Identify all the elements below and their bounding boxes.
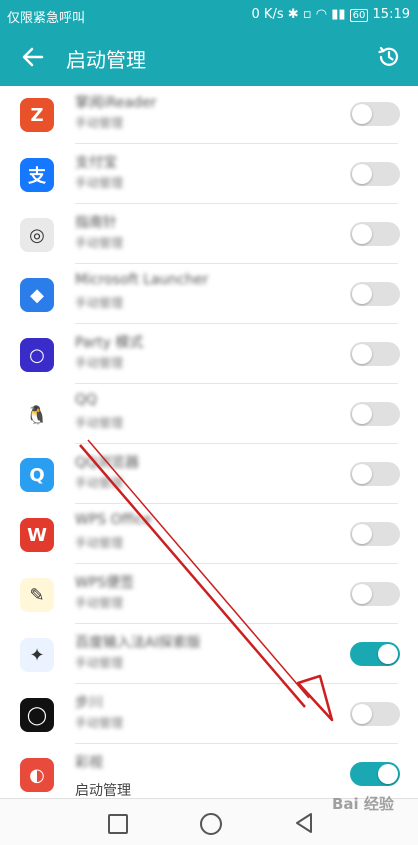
auto-launch-toggle[interactable] (350, 582, 400, 606)
auto-launch-toggle[interactable] (350, 402, 400, 426)
toggle-knob (352, 404, 372, 424)
app-row: ✎ WPS便签手动管理 (0, 564, 418, 624)
auto-launch-toggle[interactable] (350, 762, 400, 786)
app-row: ✦ 百度输入法AI探索版 手动管理 (0, 624, 418, 684)
status-right: 0 K/s ✱ ▫ ◠ ▮▮ 60 15:19 (252, 7, 410, 22)
app-row: Z 掌阅iReader 手动管理 (0, 86, 418, 144)
app-list: Z 掌阅iReader 手动管理支支付宝 手动管理 ◎ 指南针 手动管理 ◆ Microsoft… (0, 86, 418, 798)
app-name: 百度输入法AI探索版 (75, 635, 201, 651)
status-bar: 仅限紧急呼叫 0 K/s ✱ ▫ ◠ ▮▮ 60 15:19 (0, 0, 418, 30)
toggle-knob (352, 224, 372, 244)
app-name: WPS Office (75, 512, 152, 528)
app-name: Microsoft Launcher (75, 272, 209, 288)
app-status: 启动管理 (75, 783, 131, 798)
app-name: WPS便签 (75, 575, 135, 591)
toggle-knob (352, 584, 372, 604)
toggle-knob (352, 704, 372, 724)
app-row: W WPS Office 手动管理 (0, 504, 418, 564)
history-icon[interactable] (376, 44, 402, 70)
toggle-knob (378, 644, 398, 664)
back-button[interactable] (294, 812, 314, 834)
app-icon: ◯ (20, 698, 54, 732)
back-arrow-icon[interactable] (18, 42, 48, 72)
app-name: 支付宝 (75, 155, 117, 171)
app-status: 手动管理 (75, 476, 124, 490)
app-icon: 🐧 (20, 398, 54, 432)
status-icons: ✱ ▫ ◠ ▮▮ (287, 7, 350, 22)
app-status: 手动管理 (75, 296, 124, 310)
app-row: ◎ 指南针手动管理 (0, 204, 418, 264)
app-icon: 支 (20, 158, 54, 192)
app-row: 🐧 QQ 手动管理 (0, 384, 418, 444)
app-icon: ◐ (20, 758, 54, 792)
status-left-text: 仅限紧急呼叫 (7, 11, 86, 26)
app-name: 步川 (75, 695, 103, 711)
home-button[interactable] (200, 813, 222, 835)
app-status: 手动管理 (75, 176, 124, 190)
page-title: 启动管理 (66, 48, 146, 72)
watermark: Bai 经验 (332, 795, 394, 813)
network-speed: 0 K/s (251, 7, 284, 22)
app-status: 手动管理 (75, 356, 124, 370)
app-row: ○ Party 模式 手动管理 (0, 324, 418, 384)
app-status: 手动管理 (75, 596, 124, 610)
auto-launch-toggle[interactable] (350, 702, 400, 726)
auto-launch-toggle[interactable] (350, 462, 400, 486)
app-icon: ○ (20, 338, 54, 372)
app-row: Q QQ浏览器手动管理 (0, 444, 418, 504)
app-name: 彩视 (75, 755, 103, 771)
auto-launch-toggle[interactable] (350, 642, 400, 666)
app-bar: 启动管理 (0, 30, 418, 86)
app-name: QQ (75, 392, 98, 408)
app-name: Party 模式 (75, 335, 144, 351)
auto-launch-toggle[interactable] (350, 102, 400, 126)
auto-launch-toggle[interactable] (350, 222, 400, 246)
status-time: 15:19 (372, 7, 410, 22)
app-status: 手动管理 (75, 536, 124, 550)
auto-launch-toggle[interactable] (350, 522, 400, 546)
battery-level: 60 (349, 9, 369, 22)
app-name: 掌阅iReader (75, 95, 157, 111)
app-row: ◐ 彩视启动管理 (0, 744, 418, 798)
app-icon: Z (20, 98, 54, 132)
recents-button[interactable] (108, 814, 128, 834)
app-icon: Q (20, 458, 54, 492)
toggle-knob (352, 284, 372, 304)
app-icon: ✦ (20, 638, 54, 672)
app-icon: ◎ (20, 218, 54, 252)
app-icon: ◆ (20, 278, 54, 312)
toggle-knob (378, 764, 398, 784)
app-status: 手动管理 (75, 236, 124, 250)
app-name: QQ浏览器 (75, 455, 140, 471)
toggle-knob (352, 524, 372, 544)
auto-launch-toggle[interactable] (350, 282, 400, 306)
toggle-knob (352, 344, 372, 364)
app-icon: ✎ (20, 578, 54, 612)
toggle-knob (352, 464, 372, 484)
toggle-knob (352, 104, 372, 124)
app-status: 手动管理 (75, 716, 124, 730)
app-status: 手动管理 (75, 656, 124, 670)
auto-launch-toggle[interactable] (350, 342, 400, 366)
app-status: 手动管理 (75, 116, 124, 130)
auto-launch-toggle[interactable] (350, 162, 400, 186)
app-row: 支 支付宝手动管理 (0, 144, 418, 204)
app-row: ◆ Microsoft Launcher 手动管理 (0, 264, 418, 324)
app-icon: W (20, 518, 54, 552)
app-row: ◯ 步川手动管理 (0, 684, 418, 744)
toggle-knob (352, 164, 372, 184)
app-status: 手动管理 (75, 416, 124, 430)
app-name: 指南针 (75, 215, 117, 231)
